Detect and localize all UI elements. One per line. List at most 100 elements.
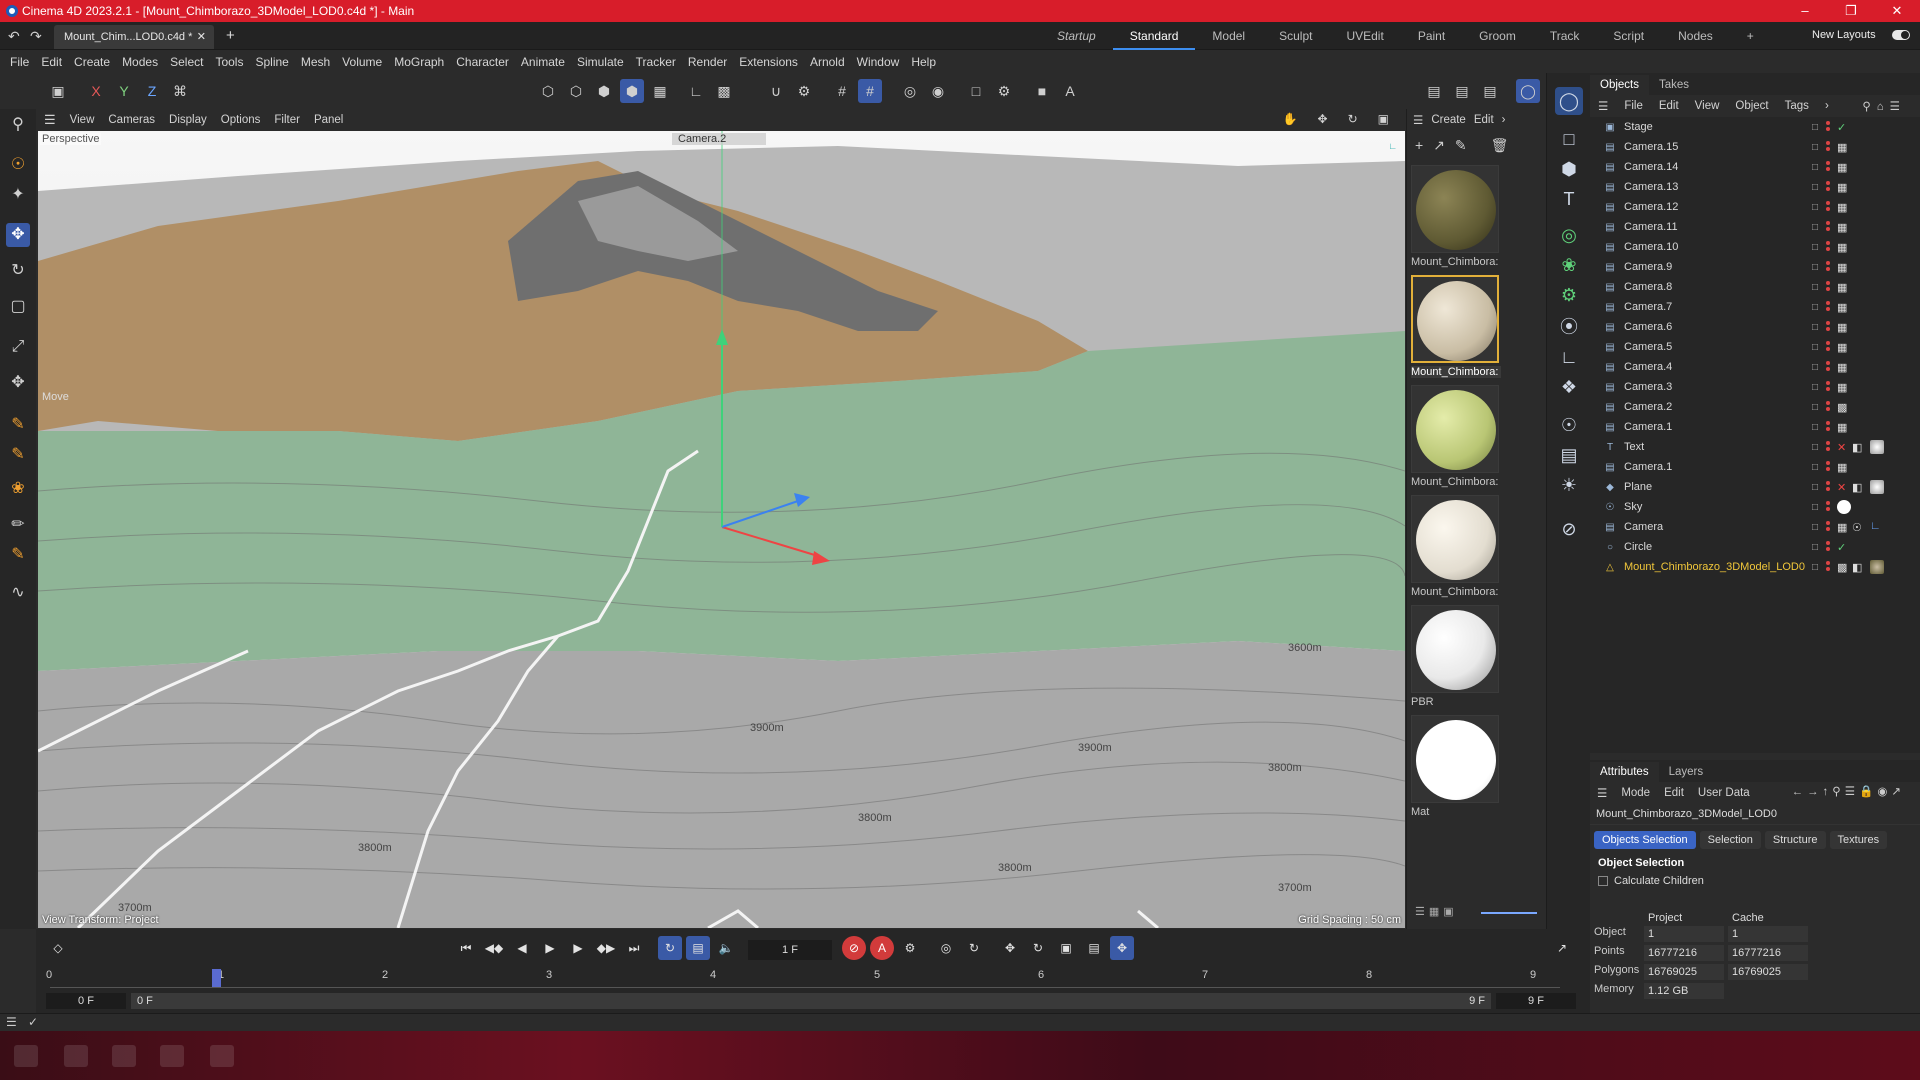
viewport-menu-view[interactable]: View — [63, 114, 102, 126]
timeline-window-icon[interactable]: ↗ — [1550, 936, 1574, 960]
menu-edit[interactable]: Edit — [35, 55, 68, 69]
render-settings-icon[interactable]: ◯ — [1555, 87, 1583, 115]
visibility-dots[interactable] — [1826, 361, 1830, 373]
status-check-icon[interactable]: ✓ — [28, 1015, 38, 1029]
visibility-dots[interactable] — [1826, 461, 1830, 473]
enable-checkbox[interactable]: □ — [1812, 482, 1818, 493]
taskbar-app-icon[interactable] — [160, 1045, 184, 1067]
enable-checkbox[interactable]: □ — [1812, 182, 1818, 193]
object-row[interactable]: ▤ Camera.1 □ ▦ — [1590, 417, 1920, 437]
object-row[interactable]: ▤ Camera.8 □ ▦ — [1590, 277, 1920, 297]
cube-primitive-icon[interactable]: □ — [1555, 125, 1583, 153]
model-mode-icon[interactable]: ▣ — [46, 79, 70, 103]
render-view-icon[interactable]: ■ — [1030, 79, 1054, 103]
apply-material-icon[interactable]: ↗ — [1433, 137, 1445, 154]
objects-menu-edit[interactable]: Edit — [1651, 100, 1687, 112]
enable-checkbox[interactable]: □ — [1812, 502, 1818, 513]
current-frame-field[interactable]: 1 F — [748, 940, 832, 960]
menu-volume[interactable]: Volume — [336, 55, 388, 69]
attributes-menu-user-data[interactable]: User Data — [1691, 787, 1757, 799]
rotate-view-icon[interactable]: ↻ — [1341, 112, 1365, 126]
axis-mode-icon[interactable]: ∟ — [684, 79, 708, 103]
move-tool-icon[interactable]: ✥ — [6, 223, 30, 247]
menu-mograph[interactable]: MoGraph — [388, 55, 450, 69]
object-row-selected[interactable]: △ Mount_Chimborazo_3DModel_LOD0 □ ▩ ◧ — [1590, 557, 1920, 577]
visibility-dots[interactable] — [1826, 441, 1830, 453]
keyframe-settings-icon[interactable]: ⚙ — [898, 936, 922, 960]
points-mode-icon[interactable]: ⬡ — [536, 79, 560, 103]
zoom-icon[interactable]: ⚲ — [6, 113, 30, 137]
camera-tag-icon[interactable]: ▦ — [1837, 321, 1847, 334]
coordinate-tool-icon[interactable]: ✥ — [6, 371, 30, 395]
camera-tag-active-icon[interactable]: ▩ — [1837, 401, 1847, 414]
visibility-dots[interactable] — [1826, 241, 1830, 253]
camera-tag-icon[interactable]: ▦ — [1837, 181, 1847, 194]
viewport-menu-cameras[interactable]: Cameras — [101, 114, 162, 126]
enable-checkbox[interactable]: □ — [1812, 322, 1818, 333]
object-row[interactable]: ▤ Camera.14 □ ▦ — [1590, 157, 1920, 177]
spline-pen-icon[interactable]: ✎ — [6, 413, 30, 437]
object-row[interactable]: ▤ Camera.3 □ ▦ — [1590, 377, 1920, 397]
material-swatch[interactable]: PBR — [1411, 605, 1499, 713]
selection-tools-icon[interactable]: ✦ — [6, 183, 30, 207]
object-row[interactable]: T Text □ ✕ ◧ — [1590, 437, 1920, 457]
key-point-icon[interactable]: ▣ — [1054, 936, 1078, 960]
layout-tab[interactable]: Sculpt — [1262, 22, 1329, 50]
object-row[interactable]: ▤ Camera.4 □ ▦ — [1590, 357, 1920, 377]
render-to-picture-viewer-icon[interactable]: ▤ — [1450, 79, 1474, 103]
enable-checkbox[interactable]: □ — [1812, 342, 1818, 353]
arnold-icon[interactable]: A — [1058, 79, 1082, 103]
visibility-dots[interactable] — [1826, 421, 1830, 433]
workplane-icon[interactable]: # — [858, 79, 882, 103]
visibility-dots[interactable] — [1826, 201, 1830, 213]
generator-icon[interactable]: ◎ — [1555, 221, 1583, 249]
enable-checkbox[interactable]: □ — [1812, 262, 1818, 273]
material-swatch[interactable]: Mount_Chimbora: — [1411, 385, 1499, 493]
large-view-icon[interactable]: ▣ — [1443, 905, 1453, 918]
rotate-tool-icon[interactable]: ↻ — [6, 259, 30, 283]
z-axis-lock-icon[interactable]: Z — [140, 79, 164, 103]
y-axis-lock-icon[interactable]: Y — [112, 79, 136, 103]
camera-icon[interactable]: ▤ — [1555, 441, 1583, 469]
check-icon[interactable]: ✓ — [1837, 541, 1846, 554]
enable-checkbox[interactable]: □ — [1812, 122, 1818, 133]
enable-checkbox[interactable]: □ — [1812, 282, 1818, 293]
viewport-menu-display[interactable]: Display — [162, 114, 214, 126]
taskbar-app-icon[interactable] — [64, 1045, 88, 1067]
enable-checkbox[interactable]: □ — [1812, 382, 1818, 393]
symmetry-icon[interactable]: □ — [964, 79, 988, 103]
objects-menu-tags[interactable]: Tags — [1777, 100, 1817, 112]
status-menu-icon[interactable]: ☰ — [6, 1015, 17, 1029]
object-row[interactable]: ▤ Camera.2 □ ▩ — [1590, 397, 1920, 417]
texture-tag-icon[interactable]: ◧ — [1852, 441, 1862, 454]
object-row[interactable]: ▤ Camera.12 □ ▦ — [1590, 197, 1920, 217]
structure-button[interactable]: Structure — [1764, 831, 1826, 849]
tab-takes[interactable]: Takes — [1649, 75, 1699, 95]
viewport-menu-options[interactable]: Options — [214, 114, 268, 126]
cloner-icon[interactable]: ❀ — [1555, 251, 1583, 279]
object-row[interactable]: ▤ Camera.15 □ ▦ — [1590, 137, 1920, 157]
magnet-snap-icon[interactable]: ∪ — [764, 79, 788, 103]
chevron-right-icon[interactable]: › — [1817, 100, 1837, 112]
visibility-dots[interactable] — [1826, 261, 1830, 273]
viewport-menu-filter[interactable]: Filter — [267, 114, 307, 126]
visibility-dots[interactable] — [1826, 321, 1830, 333]
uvw-tag-icon[interactable]: ◧ — [1852, 561, 1862, 574]
list-view-icon[interactable]: ☰ — [1415, 905, 1425, 918]
grid-icon[interactable]: # — [830, 79, 854, 103]
deformer-icon[interactable]: ⚙ — [1555, 281, 1583, 309]
camera-tag-icon[interactable]: ▦ — [1837, 301, 1847, 314]
menu-mesh[interactable]: Mesh — [295, 55, 336, 69]
camera-tag-icon[interactable]: ▦ — [1837, 341, 1847, 354]
enable-checkbox[interactable]: □ — [1812, 202, 1818, 213]
target-tag-icon[interactable]: ☉ — [1852, 521, 1862, 534]
start-frame-field[interactable]: 0 F — [46, 993, 126, 1009]
menu-animate[interactable]: Animate — [515, 55, 571, 69]
visibility-dots[interactable] — [1826, 381, 1830, 393]
tweak-mode-icon[interactable]: ▩ — [712, 79, 736, 103]
visibility-dots[interactable] — [1826, 541, 1830, 553]
objects-menu-icon[interactable]: ☰ — [1590, 99, 1616, 113]
volume-icon[interactable]: ❖ — [1555, 373, 1583, 401]
selection-button[interactable]: Selection — [1699, 831, 1761, 849]
material-swatch[interactable]: Mount_Chimbora: — [1411, 165, 1499, 273]
